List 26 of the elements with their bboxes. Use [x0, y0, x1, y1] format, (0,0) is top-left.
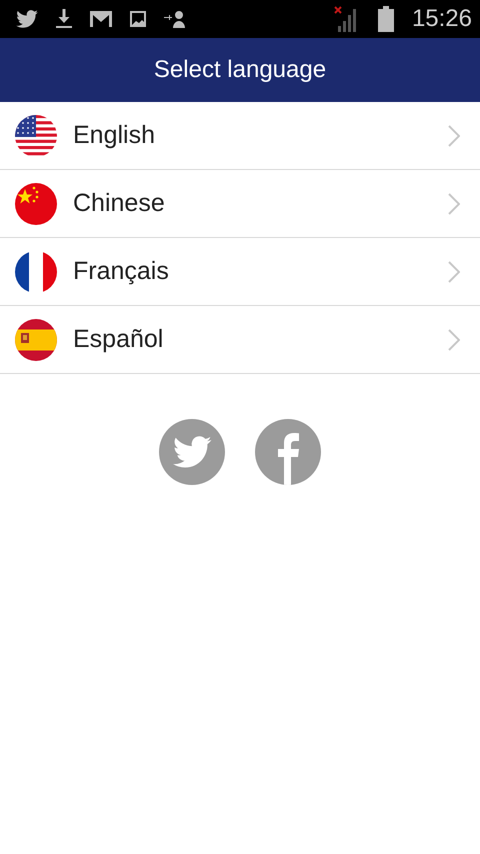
language-row[interactable]: Français: [0, 238, 480, 306]
screen-title: Select language: [154, 56, 326, 84]
clock-time: 15:26: [412, 5, 472, 33]
chevron-icon: [448, 328, 460, 350]
language-row[interactable]: Español: [0, 306, 480, 374]
flag-icon: [15, 182, 57, 224]
flag-icon: [15, 250, 57, 292]
battery-icon: [378, 6, 394, 32]
chevron-icon: [448, 260, 460, 282]
download-icon: [56, 9, 72, 29]
language-label: Français: [73, 257, 170, 286]
language-row[interactable]: English: [0, 102, 480, 170]
flag-icon: [15, 114, 57, 156]
language-label: Chinese: [73, 189, 166, 218]
chevron-icon: [448, 192, 460, 214]
twitter-icon[interactable]: [159, 419, 225, 485]
language-label: English: [73, 121, 156, 150]
bird-icon: [16, 10, 38, 28]
facebook-icon[interactable]: [255, 419, 321, 485]
image-icon: [130, 11, 146, 27]
chevron-icon: [448, 124, 460, 146]
mail-icon: [90, 11, 112, 27]
add-contact-icon: [164, 10, 186, 28]
language-label: Español: [73, 325, 164, 354]
language-row[interactable]: Chinese: [0, 170, 480, 238]
flag-icon: [15, 318, 57, 360]
